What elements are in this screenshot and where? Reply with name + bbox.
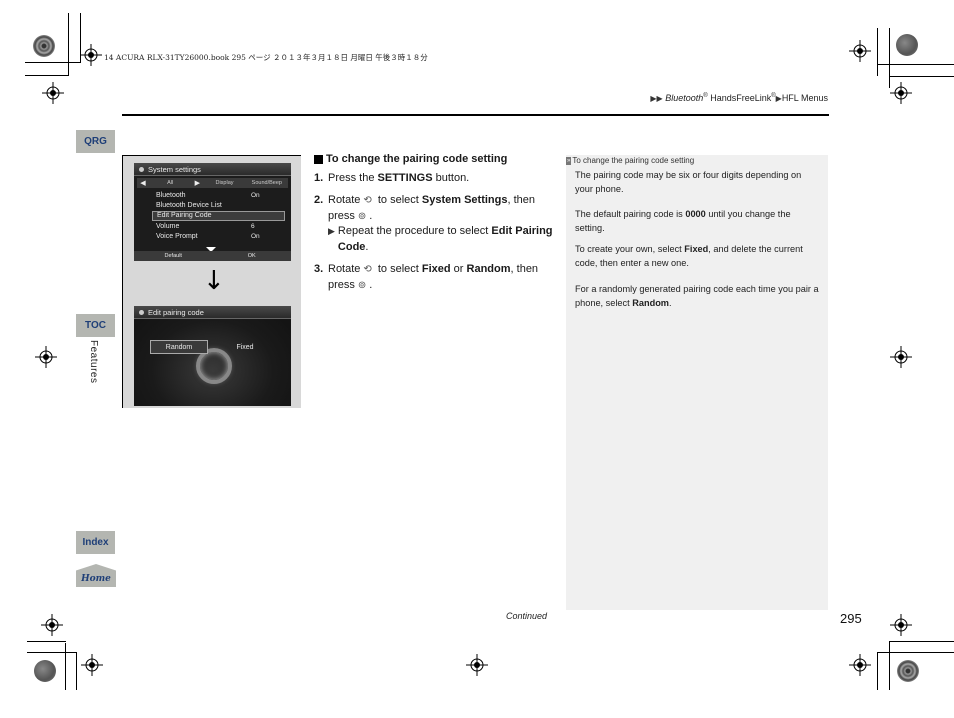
- instructions: To change the pairing code setting 1. Pr…: [314, 152, 559, 293]
- arrow-icon: ▶: [328, 226, 335, 236]
- note-paragraph: The default pairing code is 0000 until y…: [575, 209, 791, 233]
- option-fixed: Fixed: [236, 343, 254, 351]
- right-arrow-icon: ▶: [194, 180, 201, 187]
- screen-tab-all: All: [167, 180, 174, 186]
- page-number: 295: [840, 611, 862, 626]
- note-heading: To change the pairing code setting: [572, 156, 695, 165]
- registration-mark-icon: [849, 654, 871, 676]
- registration-mark-icon: [41, 614, 63, 636]
- registration-mark-icon: [42, 82, 64, 104]
- screen-row: Volume 6: [156, 222, 255, 230]
- screen-row-selected: Edit Pairing Code: [152, 210, 285, 221]
- side-note: » To change the pairing code setting The…: [566, 155, 828, 610]
- screen-footer: Default OK: [134, 251, 291, 261]
- interface-dial-press-icon: ⊚: [357, 210, 367, 222]
- option-random: Random: [150, 340, 208, 354]
- print-file-header: 14 ACURA RLX-31TY26000.book 295 ページ ２０１３…: [104, 53, 428, 62]
- color-rosette-icon: [897, 660, 919, 682]
- screen-row: Bluetooth On: [156, 191, 260, 199]
- screen-title: Edit pairing code: [148, 307, 204, 317]
- index-tab[interactable]: Index: [76, 531, 115, 554]
- left-arrow-icon: ◀: [140, 180, 146, 187]
- toc-tab[interactable]: TOC: [76, 314, 115, 337]
- screen-row: Voice Prompt On: [156, 232, 260, 240]
- interface-dial-rotate-icon: ⟲: [363, 195, 372, 206]
- breadcrumb-item-hfl-menus[interactable]: HFL Menus: [782, 93, 828, 103]
- figure-panel: System settings ◀ All ▶ Display Sound/Be…: [122, 155, 301, 408]
- registration-mark-icon: [849, 40, 871, 62]
- continued-label: Continued: [506, 611, 548, 621]
- breadcrumb-item-bluetooth[interactable]: Bluetooth: [665, 93, 703, 103]
- qrg-tab[interactable]: QRG: [76, 130, 115, 153]
- registration-mark-icon: [80, 44, 102, 66]
- interface-dial-rotate-icon: ⟲: [363, 264, 372, 275]
- registration-mark-icon: [890, 614, 912, 636]
- color-rosette-icon: [33, 35, 55, 57]
- section-square-icon: [314, 155, 323, 165]
- color-disc-icon: [896, 34, 918, 56]
- settings-icon: [139, 309, 144, 315]
- step-2: 2. Rotate ⟲ to select System Settings, th…: [314, 193, 559, 224]
- note-paragraph: For a randomly generated pairing code ea…: [575, 284, 819, 308]
- double-arrow-icon: ▶▶: [650, 94, 663, 103]
- header-rule: [122, 114, 829, 116]
- settings-icon: [139, 166, 144, 172]
- down-arrow-icon: ↓: [203, 266, 225, 296]
- section-heading: To change the pairing code setting: [326, 153, 508, 165]
- registration-mark-icon: [81, 654, 103, 676]
- registration-mark-icon: [890, 346, 912, 368]
- interface-dial-press-icon: ⊚: [357, 279, 367, 291]
- registration-mark-icon: [35, 346, 57, 368]
- step-1: 1. Press the SETTINGS button.: [314, 171, 470, 184]
- registration-mark-icon: [890, 82, 912, 104]
- note-paragraph: To create your own, select Fixed, and de…: [575, 244, 803, 268]
- screen-tabs: ◀ All ▶ Display Sound/Beep: [137, 178, 288, 188]
- registration-mark-icon: [466, 654, 488, 676]
- breadcrumb: ▶▶ Bluetooth® HandsFreeLink®▶HFL Menus: [650, 93, 828, 103]
- note-paragraph: The pairing code may be six or four digi…: [575, 170, 802, 194]
- screen-tab-display: Display: [215, 180, 234, 186]
- system-settings-screen: System settings ◀ All ▶ Display Sound/Be…: [134, 163, 291, 261]
- home-tab[interactable]: Home: [76, 564, 116, 587]
- breadcrumb-item-handsfreelink[interactable]: HandsFreeLink: [710, 93, 771, 103]
- screen-row: Bluetooth Device List: [156, 201, 222, 209]
- screen-list: Bluetooth On Bluetooth Device List Edit P…: [134, 188, 291, 241]
- screen-tab-sound: Sound/Beep: [251, 180, 282, 186]
- reference-icon: »: [566, 156, 572, 165]
- section-label: Features: [88, 340, 99, 384]
- sub-note: ▶ Repeat the procedure to select Edit Pa…: [314, 224, 559, 255]
- screen-title: System settings: [148, 164, 201, 174]
- edit-pairing-code-screen: Edit pairing code Random Fixed: [134, 306, 291, 406]
- step-3: 3. Rotate ⟲ to select Fixed or Random, th…: [314, 262, 559, 293]
- color-disc-icon: [34, 660, 56, 682]
